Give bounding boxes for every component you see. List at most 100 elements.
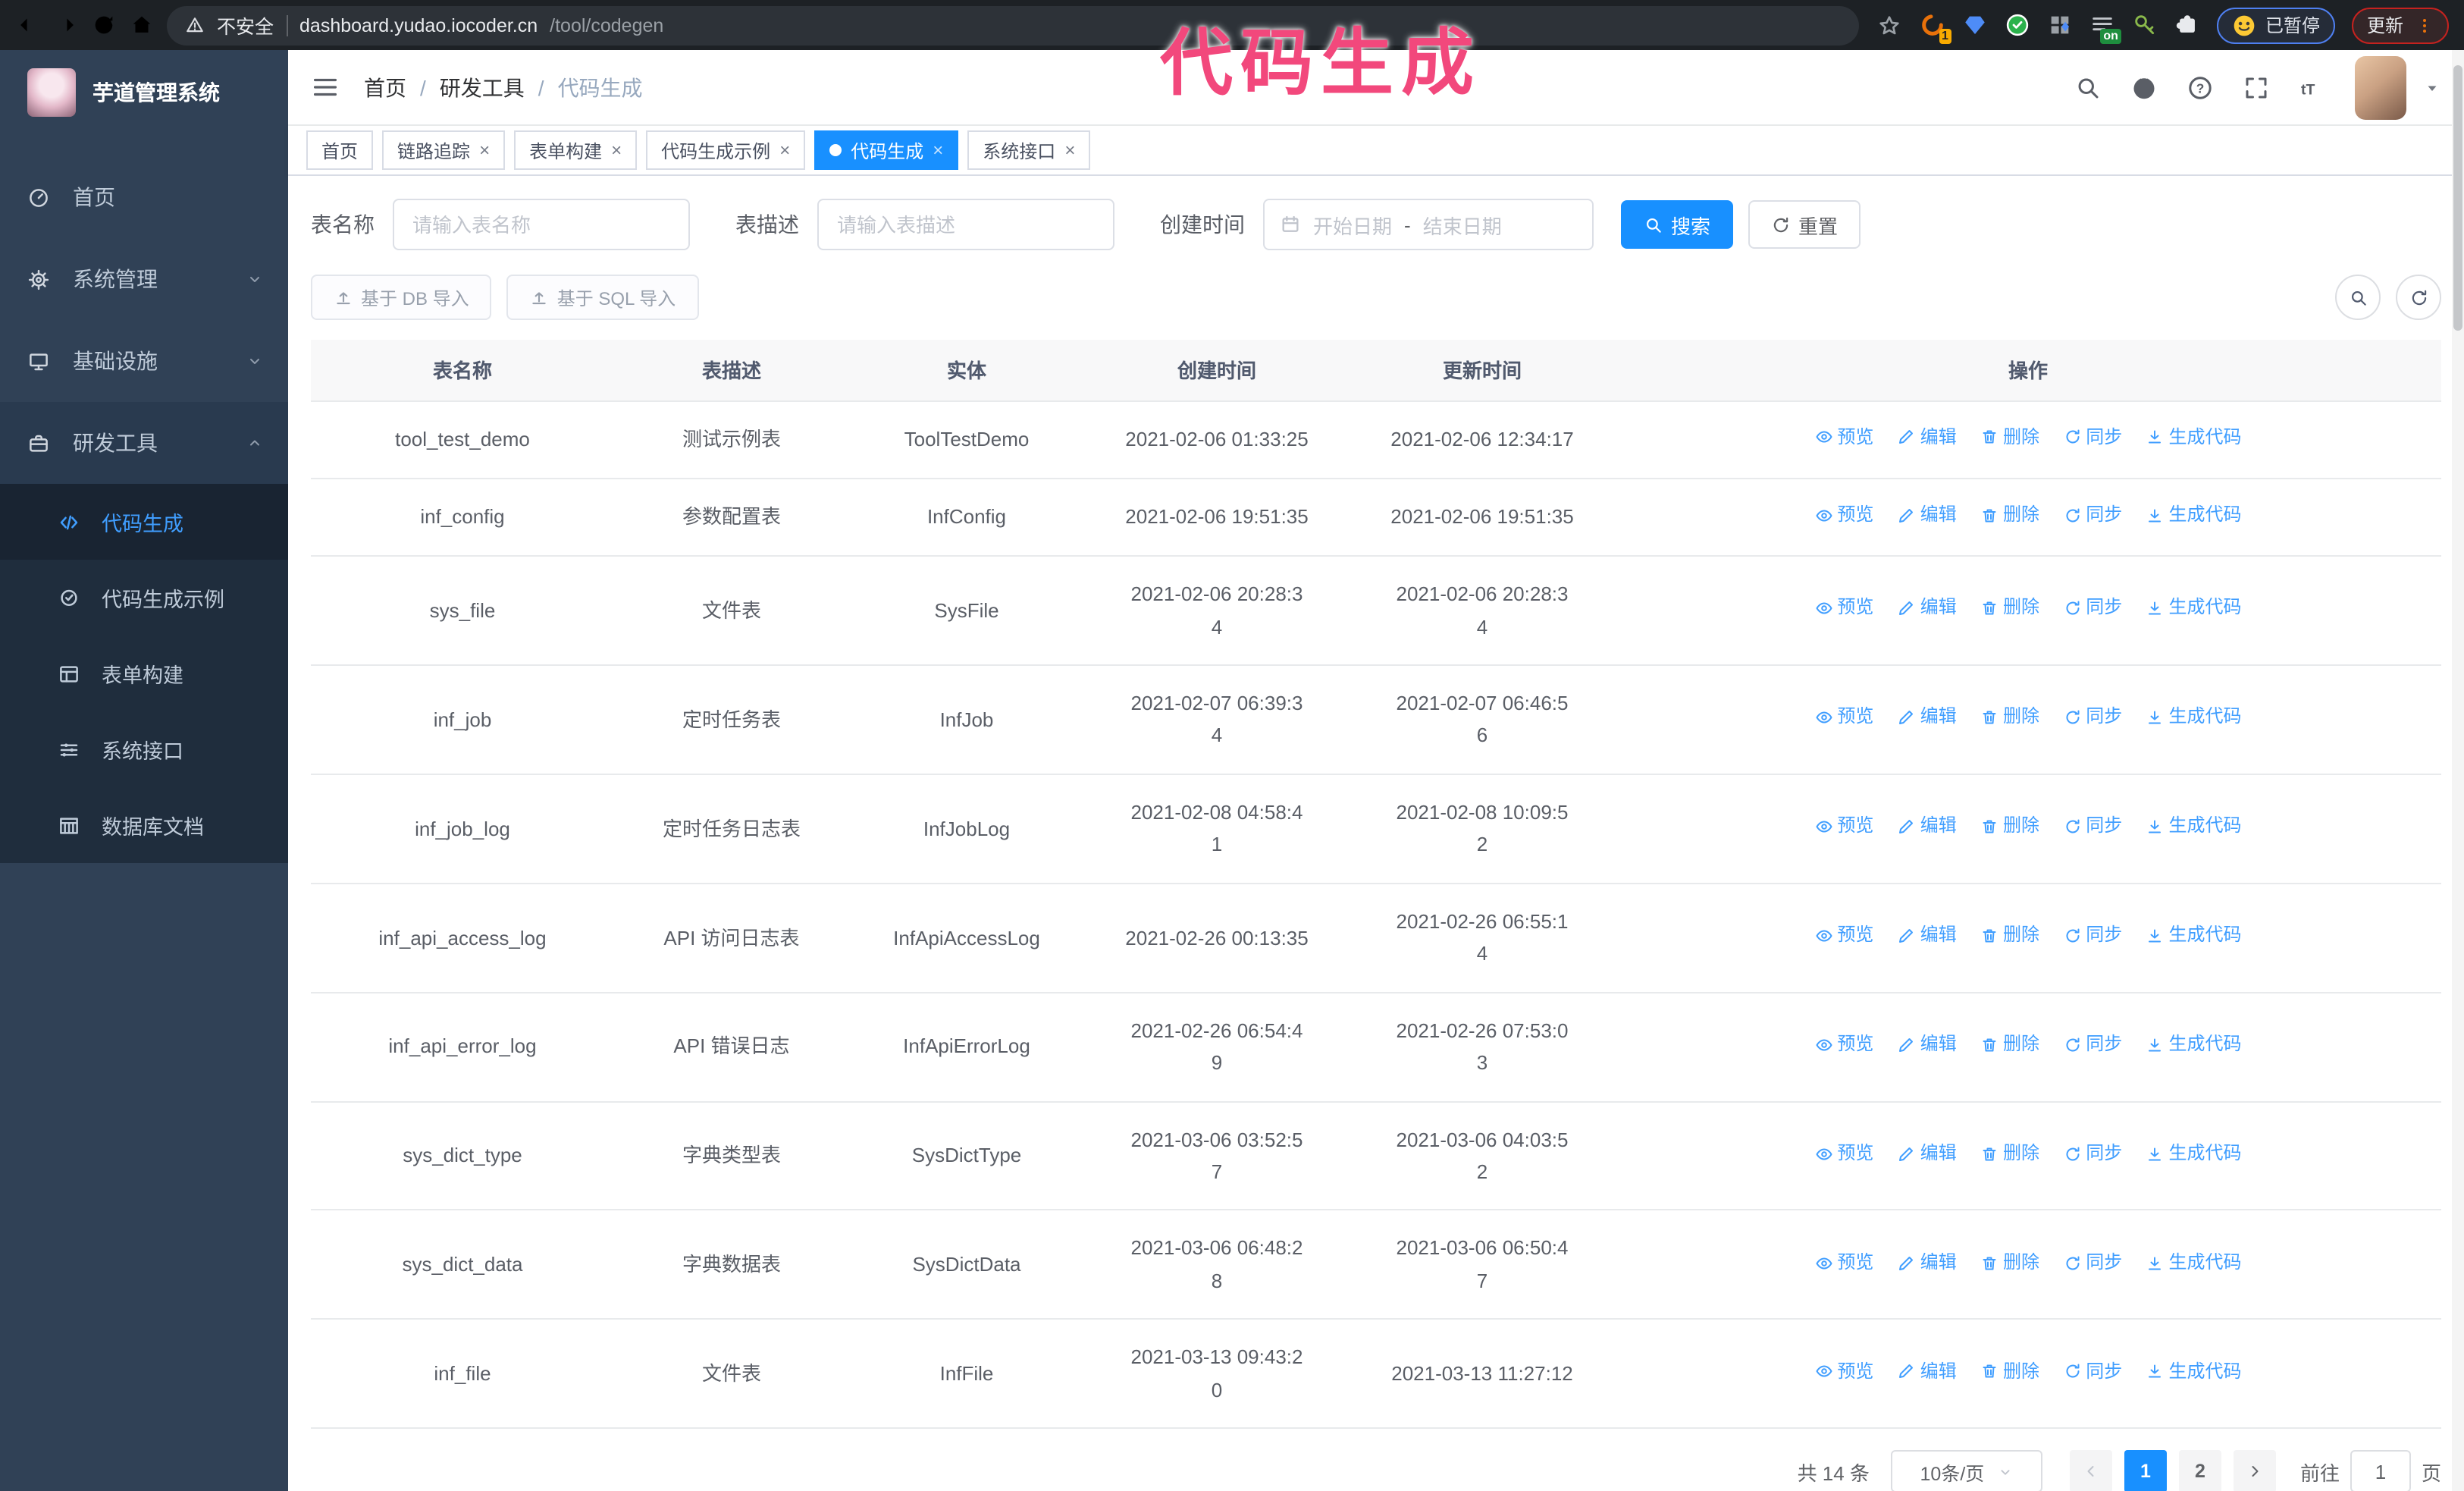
import-db-button[interactable]: 基于 DB 导入 (311, 275, 492, 320)
github-icon[interactable] (2130, 74, 2158, 101)
close-icon[interactable]: × (779, 141, 790, 159)
delete-link[interactable]: 删除 (1980, 422, 2039, 453)
generate-code-link[interactable]: 生成代码 (2146, 1248, 2242, 1278)
sync-link[interactable]: 同步 (2063, 594, 2122, 624)
search-icon[interactable] (2074, 74, 2102, 101)
sidebar-item-devtools[interactable]: 研发工具 (0, 402, 288, 484)
reset-button[interactable]: 重置 (1748, 200, 1861, 249)
close-icon[interactable]: × (611, 141, 622, 159)
page-button-2[interactable]: 2 (2178, 1450, 2221, 1491)
tab-home[interactable]: 首页 (306, 130, 374, 170)
sidebar-item-codegen-example[interactable]: 代码生成示例 (0, 560, 288, 636)
delete-link[interactable]: 删除 (1980, 921, 2039, 951)
preview-link[interactable]: 预览 (1814, 1248, 1873, 1278)
toggle-search-button[interactable] (2335, 275, 2381, 320)
preview-link[interactable]: 预览 (1814, 1357, 1873, 1387)
sync-link[interactable]: 同步 (2063, 1357, 2122, 1387)
sync-link[interactable]: 同步 (2063, 1139, 2122, 1169)
paused-profile-badge[interactable]: 已暂停 (2216, 7, 2335, 43)
sync-link[interactable]: 同步 (2063, 1248, 2122, 1278)
generate-code-link[interactable]: 生成代码 (2146, 703, 2242, 733)
generate-code-link[interactable]: 生成代码 (2146, 422, 2242, 453)
font-size-icon[interactable] (2299, 74, 2326, 101)
refresh-table-button[interactable] (2396, 275, 2441, 320)
sidebar-item-system-api[interactable]: 系统接口 (0, 711, 288, 787)
edit-link[interactable]: 编辑 (1898, 1357, 1957, 1387)
home-icon[interactable] (129, 12, 155, 38)
generate-code-link[interactable]: 生成代码 (2146, 1357, 2242, 1387)
extensions-puzzle-icon[interactable] (2174, 12, 2200, 38)
sync-link[interactable]: 同步 (2063, 422, 2122, 453)
preview-link[interactable]: 预览 (1814, 501, 1873, 531)
back-icon[interactable] (15, 12, 41, 38)
delete-link[interactable]: 删除 (1980, 811, 2039, 842)
goto-page-input[interactable] (2350, 1450, 2411, 1491)
generate-code-link[interactable]: 生成代码 (2146, 1139, 2242, 1169)
generate-code-link[interactable]: 生成代码 (2146, 921, 2242, 951)
page-button-1[interactable]: 1 (2124, 1450, 2167, 1491)
edit-link[interactable]: 编辑 (1898, 921, 1957, 951)
preview-link[interactable]: 预览 (1814, 1030, 1873, 1060)
tab-form-builder[interactable]: 表单构建 × (514, 130, 638, 170)
update-button[interactable]: 更新 (2351, 7, 2449, 43)
tab-system-api[interactable]: 系统接口 × (967, 130, 1091, 170)
delete-link[interactable]: 删除 (1980, 1357, 2039, 1387)
delete-link[interactable]: 删除 (1980, 1030, 2039, 1060)
breadcrumb-home[interactable]: 首页 (364, 72, 406, 102)
sidebar-item-codegen[interactable]: 代码生成 (0, 484, 288, 560)
tab-codegen-example[interactable]: 代码生成示例 × (646, 130, 806, 170)
sync-link[interactable]: 同步 (2063, 921, 2122, 951)
sync-link[interactable]: 同步 (2063, 811, 2122, 842)
preview-link[interactable]: 预览 (1814, 1139, 1873, 1169)
scrollbar-thumb[interactable] (2453, 65, 2462, 331)
generate-code-link[interactable]: 生成代码 (2146, 501, 2242, 531)
extension-check-icon[interactable] (2005, 12, 2030, 38)
preview-link[interactable]: 预览 (1814, 811, 1873, 842)
tab-tracing[interactable]: 链路追踪 × (382, 130, 506, 170)
sync-link[interactable]: 同步 (2063, 501, 2122, 531)
sidebar-item-form-builder[interactable]: 表单构建 (0, 636, 288, 711)
extension-key-icon[interactable] (2132, 12, 2158, 38)
sidebar-item-infra[interactable]: 基础设施 (0, 320, 288, 402)
user-avatar[interactable] (2355, 55, 2406, 119)
delete-link[interactable]: 删除 (1980, 594, 2039, 624)
bookmark-star-icon[interactable] (1877, 13, 1901, 37)
delete-link[interactable]: 删除 (1980, 501, 2039, 531)
forward-icon[interactable] (53, 12, 79, 38)
sidebar-item-system[interactable]: 系统管理 (0, 238, 288, 320)
hamburger-icon[interactable] (311, 73, 340, 102)
sidebar-item-db-doc[interactable]: 数据库文档 (0, 787, 288, 863)
date-range-picker[interactable]: 开始日期 - 结束日期 (1263, 199, 1594, 250)
edit-link[interactable]: 编辑 (1898, 501, 1957, 531)
table-name-input[interactable] (393, 199, 690, 250)
delete-link[interactable]: 删除 (1980, 1139, 2039, 1169)
fullscreen-icon[interactable] (2243, 74, 2270, 101)
edit-link[interactable]: 编辑 (1898, 811, 1957, 842)
edit-link[interactable]: 编辑 (1898, 422, 1957, 453)
prev-page-button[interactable] (2069, 1450, 2112, 1491)
delete-link[interactable]: 删除 (1980, 1248, 2039, 1278)
caret-down-icon[interactable] (2423, 78, 2441, 96)
search-button[interactable]: 搜索 (1621, 200, 1734, 249)
logo-row[interactable]: 芋道管理系统 (0, 50, 288, 135)
extension-orange-icon[interactable]: 1 (1920, 12, 1951, 44)
delete-link[interactable]: 删除 (1980, 703, 2039, 733)
reload-icon[interactable] (91, 12, 117, 38)
generate-code-link[interactable]: 生成代码 (2146, 1030, 2242, 1060)
preview-link[interactable]: 预览 (1814, 921, 1873, 951)
extension-gem-icon[interactable] (1962, 12, 1988, 38)
tab-codegen[interactable]: 代码生成 × (814, 130, 959, 170)
browser-menu-icon[interactable] (2415, 16, 2434, 34)
edit-link[interactable]: 编辑 (1898, 1248, 1957, 1278)
close-icon[interactable]: × (1064, 141, 1075, 159)
edit-link[interactable]: 编辑 (1898, 703, 1957, 733)
generate-code-link[interactable]: 生成代码 (2146, 594, 2242, 624)
table-desc-input[interactable] (817, 199, 1114, 250)
preview-link[interactable]: 预览 (1814, 422, 1873, 453)
breadcrumb-devtools[interactable]: 研发工具 (440, 72, 525, 102)
close-icon[interactable]: × (933, 141, 943, 159)
extension-grid-icon[interactable] (2047, 12, 2073, 38)
close-icon[interactable]: × (479, 141, 490, 159)
page-size-select[interactable]: 10条/页 (1890, 1450, 2042, 1491)
sync-link[interactable]: 同步 (2063, 1030, 2122, 1060)
